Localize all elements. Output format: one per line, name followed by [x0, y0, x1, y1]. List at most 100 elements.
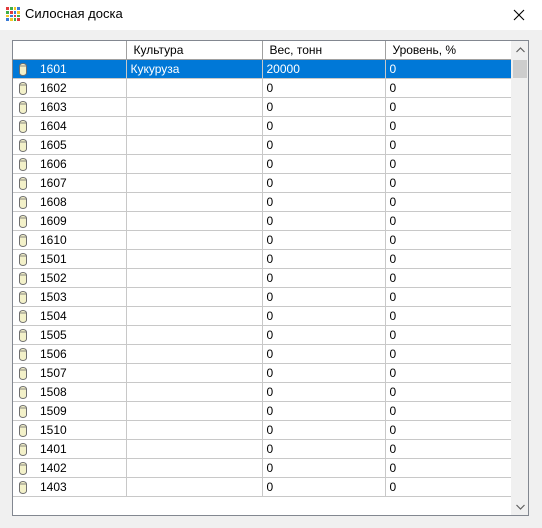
level-cell[interactable]: 0 — [385, 230, 511, 250]
vertical-scrollbar[interactable] — [511, 41, 528, 515]
weight-cell[interactable]: 0 — [262, 344, 386, 364]
table-row[interactable]: 1605 0 0 — [13, 135, 511, 155]
table-row[interactable]: 1606 0 0 — [13, 154, 511, 174]
crop-cell[interactable] — [126, 325, 263, 345]
level-cell[interactable]: 0 — [385, 458, 511, 478]
table-row[interactable]: 1502 0 0 — [13, 268, 511, 288]
column-header-silo[interactable] — [13, 41, 127, 60]
close-button[interactable] — [496, 0, 542, 30]
table-row[interactable]: 1603 0 0 — [13, 97, 511, 117]
silo-id-cell[interactable]: 1602 — [13, 78, 127, 98]
crop-cell[interactable] — [126, 268, 263, 288]
crop-cell[interactable] — [126, 154, 263, 174]
level-cell[interactable]: 0 — [385, 116, 511, 136]
weight-cell[interactable]: 0 — [262, 439, 386, 459]
silo-id-cell[interactable]: 1604 — [13, 116, 127, 136]
table-row[interactable]: 1510 0 0 — [13, 420, 511, 440]
crop-cell[interactable] — [126, 458, 263, 478]
level-cell[interactable]: 0 — [385, 78, 511, 98]
weight-cell[interactable]: 0 — [262, 287, 386, 307]
weight-cell[interactable]: 20000 — [262, 59, 386, 79]
level-cell[interactable]: 0 — [385, 477, 511, 497]
table-row[interactable]: 1504 0 0 — [13, 306, 511, 326]
title-bar[interactable]: Силосная доска — [0, 0, 542, 30]
level-cell[interactable]: 0 — [385, 192, 511, 212]
table-row[interactable]: 1506 0 0 — [13, 344, 511, 364]
table-row[interactable]: 1508 0 0 — [13, 382, 511, 402]
crop-cell[interactable] — [126, 344, 263, 364]
silo-id-cell[interactable]: 1507 — [13, 363, 127, 383]
crop-cell[interactable] — [126, 306, 263, 326]
scroll-thumb[interactable] — [513, 60, 527, 78]
silo-id-cell[interactable]: 1502 — [13, 268, 127, 288]
level-cell[interactable]: 0 — [385, 97, 511, 117]
table-row[interactable]: 1503 0 0 — [13, 287, 511, 307]
table-row[interactable]: 1403 0 0 — [13, 477, 511, 497]
level-cell[interactable]: 0 — [385, 154, 511, 174]
table-row[interactable]: 1509 0 0 — [13, 401, 511, 421]
level-cell[interactable]: 0 — [385, 363, 511, 383]
silo-id-cell[interactable]: 1401 — [13, 439, 127, 459]
table-row[interactable]: 1501 0 0 — [13, 249, 511, 269]
silo-id-cell[interactable]: 1605 — [13, 135, 127, 155]
crop-cell[interactable] — [126, 192, 263, 212]
crop-cell[interactable] — [126, 249, 263, 269]
weight-cell[interactable]: 0 — [262, 78, 386, 98]
silo-id-cell[interactable]: 1510 — [13, 420, 127, 440]
silo-id-cell[interactable]: 1403 — [13, 477, 127, 497]
crop-cell[interactable] — [126, 116, 263, 136]
silo-id-cell[interactable]: 1505 — [13, 325, 127, 345]
level-cell[interactable]: 0 — [385, 401, 511, 421]
weight-cell[interactable]: 0 — [262, 249, 386, 269]
silo-id-cell[interactable]: 1601 — [13, 59, 127, 79]
weight-cell[interactable]: 0 — [262, 97, 386, 117]
crop-cell[interactable] — [126, 211, 263, 231]
weight-cell[interactable]: 0 — [262, 363, 386, 383]
weight-cell[interactable]: 0 — [262, 116, 386, 136]
level-cell[interactable]: 0 — [385, 59, 511, 79]
scroll-down-button[interactable] — [512, 498, 528, 515]
silo-id-cell[interactable]: 1508 — [13, 382, 127, 402]
table-row[interactable]: 1601 Кукуруза 20000 0 — [13, 59, 511, 79]
level-cell[interactable]: 0 — [385, 287, 511, 307]
weight-cell[interactable]: 0 — [262, 211, 386, 231]
weight-cell[interactable]: 0 — [262, 382, 386, 402]
level-cell[interactable]: 0 — [385, 173, 511, 193]
weight-cell[interactable]: 0 — [262, 420, 386, 440]
weight-cell[interactable]: 0 — [262, 230, 386, 250]
silo-id-cell[interactable]: 1609 — [13, 211, 127, 231]
table-row[interactable]: 1505 0 0 — [13, 325, 511, 345]
table-row[interactable]: 1610 0 0 — [13, 230, 511, 250]
weight-cell[interactable]: 0 — [262, 192, 386, 212]
crop-cell[interactable] — [126, 477, 263, 497]
table-row[interactable]: 1402 0 0 — [13, 458, 511, 478]
crop-cell[interactable] — [126, 401, 263, 421]
weight-cell[interactable]: 0 — [262, 173, 386, 193]
crop-cell[interactable] — [126, 287, 263, 307]
level-cell[interactable]: 0 — [385, 325, 511, 345]
table-row[interactable]: 1609 0 0 — [13, 211, 511, 231]
level-cell[interactable]: 0 — [385, 382, 511, 402]
silo-id-cell[interactable]: 1606 — [13, 154, 127, 174]
table-row[interactable]: 1507 0 0 — [13, 363, 511, 383]
column-header-level[interactable]: Уровень, % — [385, 41, 511, 60]
silo-id-cell[interactable]: 1603 — [13, 97, 127, 117]
level-cell[interactable]: 0 — [385, 249, 511, 269]
silo-id-cell[interactable]: 1608 — [13, 192, 127, 212]
silo-id-cell[interactable]: 1504 — [13, 306, 127, 326]
level-cell[interactable]: 0 — [385, 439, 511, 459]
weight-cell[interactable]: 0 — [262, 154, 386, 174]
level-cell[interactable]: 0 — [385, 306, 511, 326]
column-header-crop[interactable]: Культура — [126, 41, 263, 60]
crop-cell[interactable]: Кукуруза — [126, 59, 263, 79]
silo-id-cell[interactable]: 1607 — [13, 173, 127, 193]
weight-cell[interactable]: 0 — [262, 268, 386, 288]
crop-cell[interactable] — [126, 363, 263, 383]
table-row[interactable]: 1604 0 0 — [13, 116, 511, 136]
scroll-up-button[interactable] — [512, 41, 528, 58]
table-row[interactable]: 1602 0 0 — [13, 78, 511, 98]
weight-cell[interactable]: 0 — [262, 477, 386, 497]
crop-cell[interactable] — [126, 173, 263, 193]
level-cell[interactable]: 0 — [385, 268, 511, 288]
level-cell[interactable]: 0 — [385, 344, 511, 364]
